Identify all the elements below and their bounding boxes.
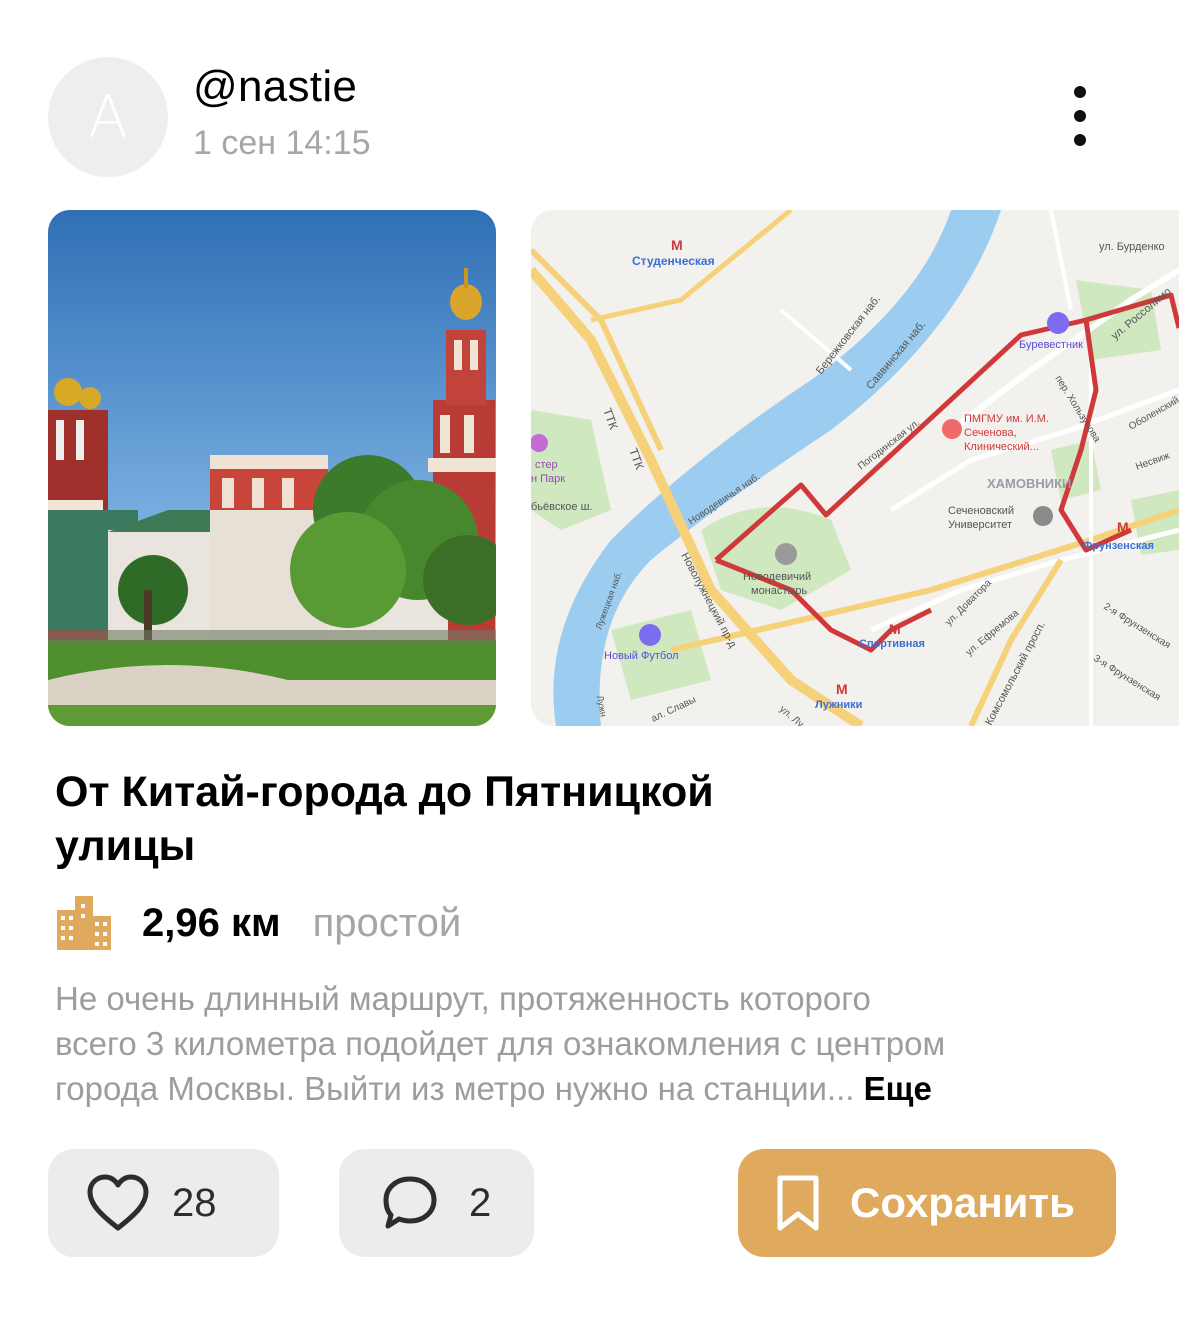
like-button[interactable]: 28 [48,1149,279,1257]
route-title[interactable]: От Китай-города до Пятницкой улицы [55,765,875,873]
like-count: 28 [172,1180,217,1225]
map-label: Сеченова, [964,427,1017,439]
route-stats: 2,96 км простой [55,893,461,953]
comment-button[interactable]: 2 [339,1149,534,1257]
route-difficulty: простой [312,900,462,945]
description-line-last: города Москвы. Выйти из метро нужно на с… [55,1066,1145,1111]
description-line: города Москвы. Выйти из метро нужно на с… [55,1070,855,1107]
map-label: Студенческая [632,254,715,268]
post-timestamp: 1 сен 14:15 [193,124,371,162]
svg-text:M: M [1117,519,1129,535]
map-label: монастырь [751,585,807,597]
save-label: Сохранить [850,1179,1075,1226]
map-label: Лужники [815,699,862,711]
map-label: Новодевичий [743,571,811,583]
map-label: Спортивная [859,638,925,650]
avatar[interactable]: A [48,57,168,177]
route-title-line: От Китай-города до Пятницкой [55,768,714,816]
bookmark-icon [777,1175,819,1231]
route-title-line: улицы [55,822,196,870]
heart-icon [87,1174,149,1231]
avatar-letter: A [88,83,128,151]
svg-text:M: M [671,237,683,253]
comment-bubble-icon [383,1176,437,1229]
map-label: стер [535,459,558,471]
buildings-icon [57,896,111,950]
map-label: бьёвское ш. [531,501,592,513]
map-label: ПМГМУ им. И.М. [964,413,1049,425]
save-button[interactable]: Сохранить [738,1149,1116,1257]
map-label: Сеченовский [948,505,1014,517]
route-map[interactable]: M M M M Студенческая ул. Бурденко Бережк… [531,210,1179,726]
comment-count: 2 [469,1180,492,1225]
svg-text:M: M [836,681,848,697]
route-description: Не очень длинный маршрут, протяженность … [55,976,1145,1111]
map-label: н Парк [531,473,565,485]
map-label: Клинический... [964,441,1039,453]
svg-text:M: M [889,621,901,637]
description-line: всего 3 километра подойдет для ознакомле… [55,1025,946,1062]
map-label: ХАМОВНИКИ [987,476,1071,491]
map-label: Фрунзенская [1083,540,1154,552]
more-options-icon[interactable] [1058,86,1102,146]
map-label: Университет [948,519,1012,531]
route-distance: 2,96 км [142,900,281,945]
more-link[interactable]: Еще [864,1070,932,1107]
map-label: Новый Футбол [604,650,679,662]
description-line: Не очень длинный маршрут, протяженность … [55,980,871,1017]
route-photo[interactable] [48,210,496,726]
map-label: Буревестник [1019,339,1083,351]
map-label: ул. Бурденко [1099,241,1165,253]
username[interactable]: @nastie [193,62,357,112]
